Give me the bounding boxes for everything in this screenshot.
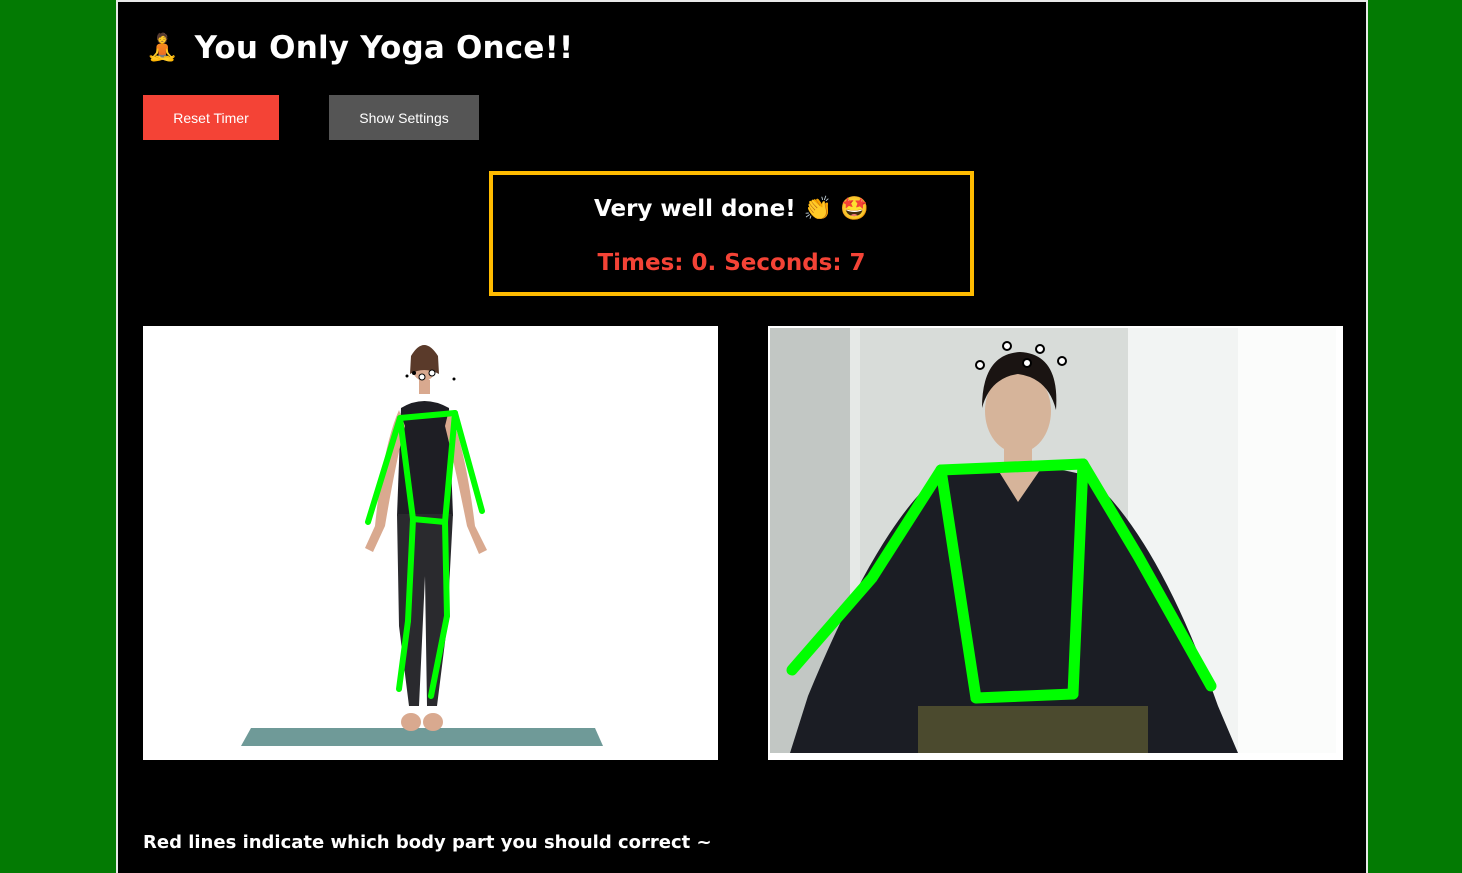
- meditation-icon: 🧘: [146, 33, 179, 63]
- page-title: 🧘 You Only Yoga Once!!: [146, 30, 573, 66]
- correction-hint: Red lines indicate which body part you s…: [143, 832, 712, 853]
- rep-counter: Times: 0. Seconds: 7: [597, 250, 866, 276]
- reference-pose-illustration: [143, 326, 718, 760]
- reference-pose-image: [143, 326, 718, 760]
- main-container: 🧘 You Only Yoga Once!! Reset Timer Show …: [116, 0, 1368, 873]
- reset-timer-button[interactable]: Reset Timer: [143, 95, 279, 140]
- show-settings-button[interactable]: Show Settings: [329, 95, 479, 140]
- page-title-text: You Only Yoga Once!!: [194, 30, 574, 66]
- feedback-box: Very well done! 👏 🤩 Times: 0. Seconds: 7: [489, 171, 974, 296]
- feedback-message: Very well done! 👏 🤩: [593, 196, 870, 222]
- webcam-scene: [768, 326, 1343, 760]
- webcam-feed: [768, 326, 1343, 760]
